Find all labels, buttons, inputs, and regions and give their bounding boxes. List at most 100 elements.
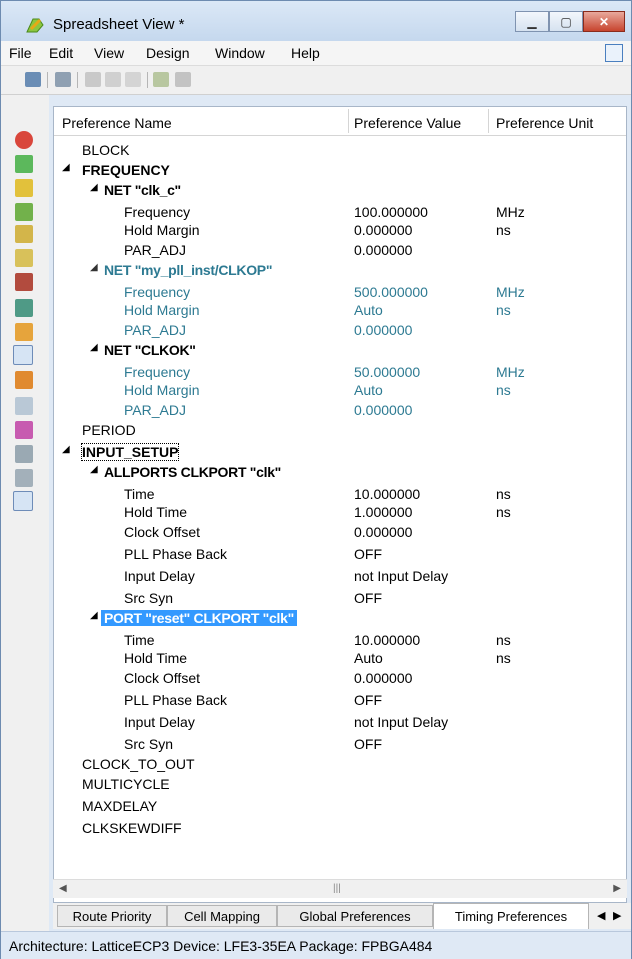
import-icon[interactable]: [153, 72, 169, 87]
table-row[interactable]: Time 10.000000 ns: [54, 486, 626, 506]
print-icon[interactable]: [55, 72, 71, 87]
table-row[interactable]: PLL Phase Back OFF: [54, 546, 626, 566]
minimize-button[interactable]: ▁: [515, 11, 549, 32]
table-row[interactable]: ◢ FREQUENCY: [54, 162, 626, 182]
table-row[interactable]: ◢ INPUT_SETUP: [54, 443, 626, 464]
collapse-arrow-icon[interactable]: ◢: [90, 342, 98, 353]
table-row[interactable]: Hold Margin Auto ns: [54, 382, 626, 402]
dock-icon[interactable]: [605, 44, 623, 62]
window-title: Spreadsheet View *: [53, 16, 185, 33]
table-row[interactable]: Time 10.000000 ns: [54, 632, 626, 652]
table-row[interactable]: Src Syn OFF: [54, 736, 626, 756]
scroll-grip-icon[interactable]: |||: [333, 883, 341, 894]
maxdelay-icon[interactable]: [15, 323, 33, 341]
collapse-arrow-icon[interactable]: ◢: [90, 464, 98, 475]
collapse-arrow-icon[interactable]: ◢: [62, 444, 70, 455]
tab-global-preferences[interactable]: Global Preferences: [277, 905, 433, 927]
maximize-button[interactable]: ▢: [549, 11, 583, 32]
table-row[interactable]: ◢ NET "CLKOK": [54, 342, 626, 362]
clock-skew-icon[interactable]: [15, 225, 33, 243]
tab-scroll-left-icon[interactable]: ◀: [597, 909, 605, 922]
tab-timing-preferences[interactable]: Timing Preferences: [433, 903, 589, 929]
table-row[interactable]: Hold Time 1.000000 ns: [54, 504, 626, 524]
table-row[interactable]: Src Syn OFF: [54, 590, 626, 610]
menu-bar: File Edit View Design Window Help: [1, 41, 631, 66]
table-row[interactable]: Hold Margin Auto ns: [54, 302, 626, 322]
menu-edit[interactable]: Edit: [49, 45, 73, 61]
view-toggle-icon[interactable]: [13, 491, 33, 511]
sort-icon[interactable]: [15, 397, 33, 415]
tab-scroll-right-icon[interactable]: ▶: [613, 909, 621, 922]
tab-bar: Route Priority Cell Mapping Global Prefe…: [53, 903, 631, 929]
menu-design[interactable]: Design: [146, 45, 190, 61]
col-preference-value[interactable]: Preference Value: [354, 115, 461, 131]
table-row[interactable]: Input Delay not Input Delay: [54, 568, 626, 588]
table-row[interactable]: PERIOD: [54, 422, 626, 442]
column-header: Preference Name Preference Value Prefere…: [54, 107, 626, 136]
table-row[interactable]: MULTICYCLE: [54, 776, 626, 796]
status-bar: Architecture: LatticeECP3 Device: LFE3-3…: [1, 931, 631, 959]
table-row[interactable]: MAXDELAY: [54, 798, 626, 818]
menu-help[interactable]: Help: [291, 45, 320, 61]
table-row[interactable]: Frequency 500.000000 MHz: [54, 284, 626, 304]
refresh-icon[interactable]: [15, 421, 33, 439]
collapse-arrow-icon[interactable]: ◢: [62, 162, 70, 173]
input-setup-icon[interactable]: [15, 249, 33, 267]
table-row[interactable]: PAR_ADJ 0.000000: [54, 402, 626, 422]
table-row[interactable]: PLL Phase Back OFF: [54, 692, 626, 712]
table-row[interactable]: BLOCK: [54, 142, 626, 162]
close-icon: ✕: [598, 14, 610, 29]
scroll-left-icon[interactable]: ◀: [59, 883, 67, 894]
scroll-right-icon[interactable]: ▶: [613, 883, 621, 894]
multicycle-icon[interactable]: [15, 299, 33, 317]
left-toolbar: [1, 95, 49, 935]
save-icon[interactable]: [25, 72, 41, 87]
table-row[interactable]: PAR_ADJ 0.000000: [54, 242, 626, 262]
table-row[interactable]: Frequency 50.000000 MHz: [54, 364, 626, 384]
table-row[interactable]: CLOCK_TO_OUT: [54, 756, 626, 776]
period-icon[interactable]: [15, 179, 33, 197]
tab-route-priority[interactable]: Route Priority: [57, 905, 167, 927]
menu-view[interactable]: View: [94, 45, 124, 61]
cut-icon[interactable]: [85, 72, 101, 87]
table-row[interactable]: Frequency 100.000000 MHz: [54, 204, 626, 224]
multiclock-icon[interactable]: [15, 203, 33, 221]
tab-cell-mapping[interactable]: Cell Mapping: [167, 905, 277, 927]
col-preference-name[interactable]: Preference Name: [62, 115, 172, 131]
preference-grid: Preference Name Preference Value Prefere…: [53, 106, 627, 903]
copy-icon[interactable]: [105, 72, 121, 87]
table-row-selected[interactable]: ◢ PORT "reset" CLKPORT "clk": [54, 610, 626, 630]
clock-freq-icon[interactable]: [15, 155, 33, 173]
table-row[interactable]: Hold Time Auto ns: [54, 650, 626, 670]
table-row[interactable]: Clock Offset 0.000000: [54, 524, 626, 544]
toolbar: [1, 66, 631, 95]
table-row[interactable]: Input Delay not Input Delay: [54, 714, 626, 734]
ungroup-icon[interactable]: [15, 469, 33, 487]
collapse-arrow-icon[interactable]: ◢: [90, 262, 98, 273]
status-text: Architecture: LatticeECP3 Device: LFE3-3…: [9, 938, 433, 954]
no-constraint-icon[interactable]: [15, 131, 33, 149]
table-row[interactable]: PAR_ADJ 0.000000: [54, 322, 626, 342]
spreadsheet-window: Spreadsheet View * ▁ ▢ ✕ File Edit View …: [0, 0, 632, 959]
title-bar[interactable]: Spreadsheet View * ▁ ▢ ✕: [1, 1, 631, 41]
table-row[interactable]: ◢ NET "clk_c": [54, 182, 626, 202]
horizontal-scrollbar[interactable]: ◀ ||| ▶: [53, 879, 627, 898]
table-row[interactable]: Hold Margin 0.000000 ns: [54, 222, 626, 242]
close-button[interactable]: ✕: [583, 11, 625, 32]
clock-to-out-icon[interactable]: [15, 273, 33, 291]
table-row[interactable]: CLKSKEWDIFF: [54, 820, 626, 840]
table-row[interactable]: Clock Offset 0.000000: [54, 670, 626, 690]
menu-file[interactable]: File: [9, 45, 32, 61]
group-icon[interactable]: [15, 445, 33, 463]
collapse-arrow-icon[interactable]: ◢: [90, 182, 98, 193]
col-preference-unit[interactable]: Preference Unit: [496, 115, 593, 131]
maximize-icon: ▢: [560, 14, 572, 29]
warning-filter-icon[interactable]: [13, 345, 33, 365]
error-filter-icon[interactable]: [15, 371, 33, 389]
paste-icon[interactable]: [125, 72, 141, 87]
export-icon[interactable]: [175, 72, 191, 87]
table-row[interactable]: ◢ ALLPORTS CLKPORT "clk": [54, 464, 626, 484]
collapse-arrow-icon[interactable]: ◢: [90, 610, 98, 621]
table-row[interactable]: ◢ NET "my_pll_inst/CLKOP": [54, 262, 626, 282]
menu-window[interactable]: Window: [215, 45, 265, 61]
